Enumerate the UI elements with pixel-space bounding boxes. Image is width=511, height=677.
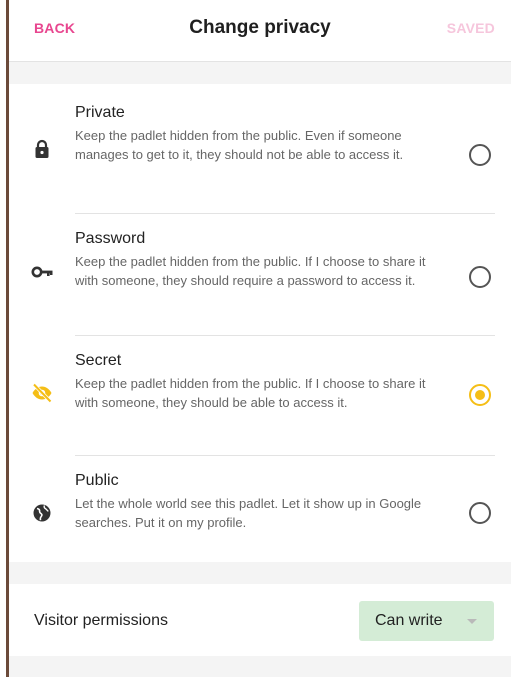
section-gap (9, 562, 511, 584)
chevron-down-icon (467, 619, 477, 624)
privacy-option-private[interactable]: Private Keep the padlet hidden from the … (35, 104, 495, 214)
privacy-options: Private Keep the padlet hidden from the … (9, 84, 511, 562)
panel-header: BACK Change privacy SAVED (9, 0, 511, 62)
option-title: Public (75, 472, 119, 489)
password-radio[interactable] (469, 266, 491, 288)
selected-permission: Can write (375, 612, 443, 629)
globe-icon (31, 502, 53, 524)
footer-strip (9, 656, 511, 677)
section-gap (9, 62, 511, 84)
privacy-option-secret[interactable]: Secret Keep the padlet hidden from the p… (32, 336, 495, 456)
privacy-option-public[interactable]: Public Let the whole world see this padl… (33, 456, 495, 562)
visitor-permissions-select[interactable]: Can write (359, 601, 494, 641)
page-title: Change privacy (189, 17, 331, 38)
visitor-permissions-label: Visitor permissions (34, 612, 168, 629)
option-description: Keep the padlet hidden from the public. … (75, 376, 426, 410)
saved-status: SAVED (446, 20, 495, 36)
option-title: Private (75, 104, 125, 121)
secret-radio[interactable] (469, 384, 491, 406)
public-radio[interactable] (469, 502, 491, 524)
option-title: Password (75, 230, 146, 247)
lock-icon (31, 138, 53, 160)
visitor-permissions-row: Visitor permissions Can write (9, 584, 511, 656)
left-window-edge (0, 0, 9, 677)
private-radio[interactable] (469, 144, 491, 166)
key-icon (31, 261, 53, 283)
privacy-panel: BACK Change privacy SAVED Private Keep t… (9, 0, 511, 677)
eye-off-icon (31, 382, 53, 404)
option-title: Secret (75, 352, 122, 369)
option-description: Keep the padlet hidden from the public. … (75, 128, 404, 162)
privacy-option-password[interactable]: Password Keep the padlet hidden from the… (31, 214, 495, 336)
option-description: Keep the padlet hidden from the public. … (75, 254, 426, 288)
option-description: Let the whole world see this padlet. Let… (75, 496, 422, 530)
